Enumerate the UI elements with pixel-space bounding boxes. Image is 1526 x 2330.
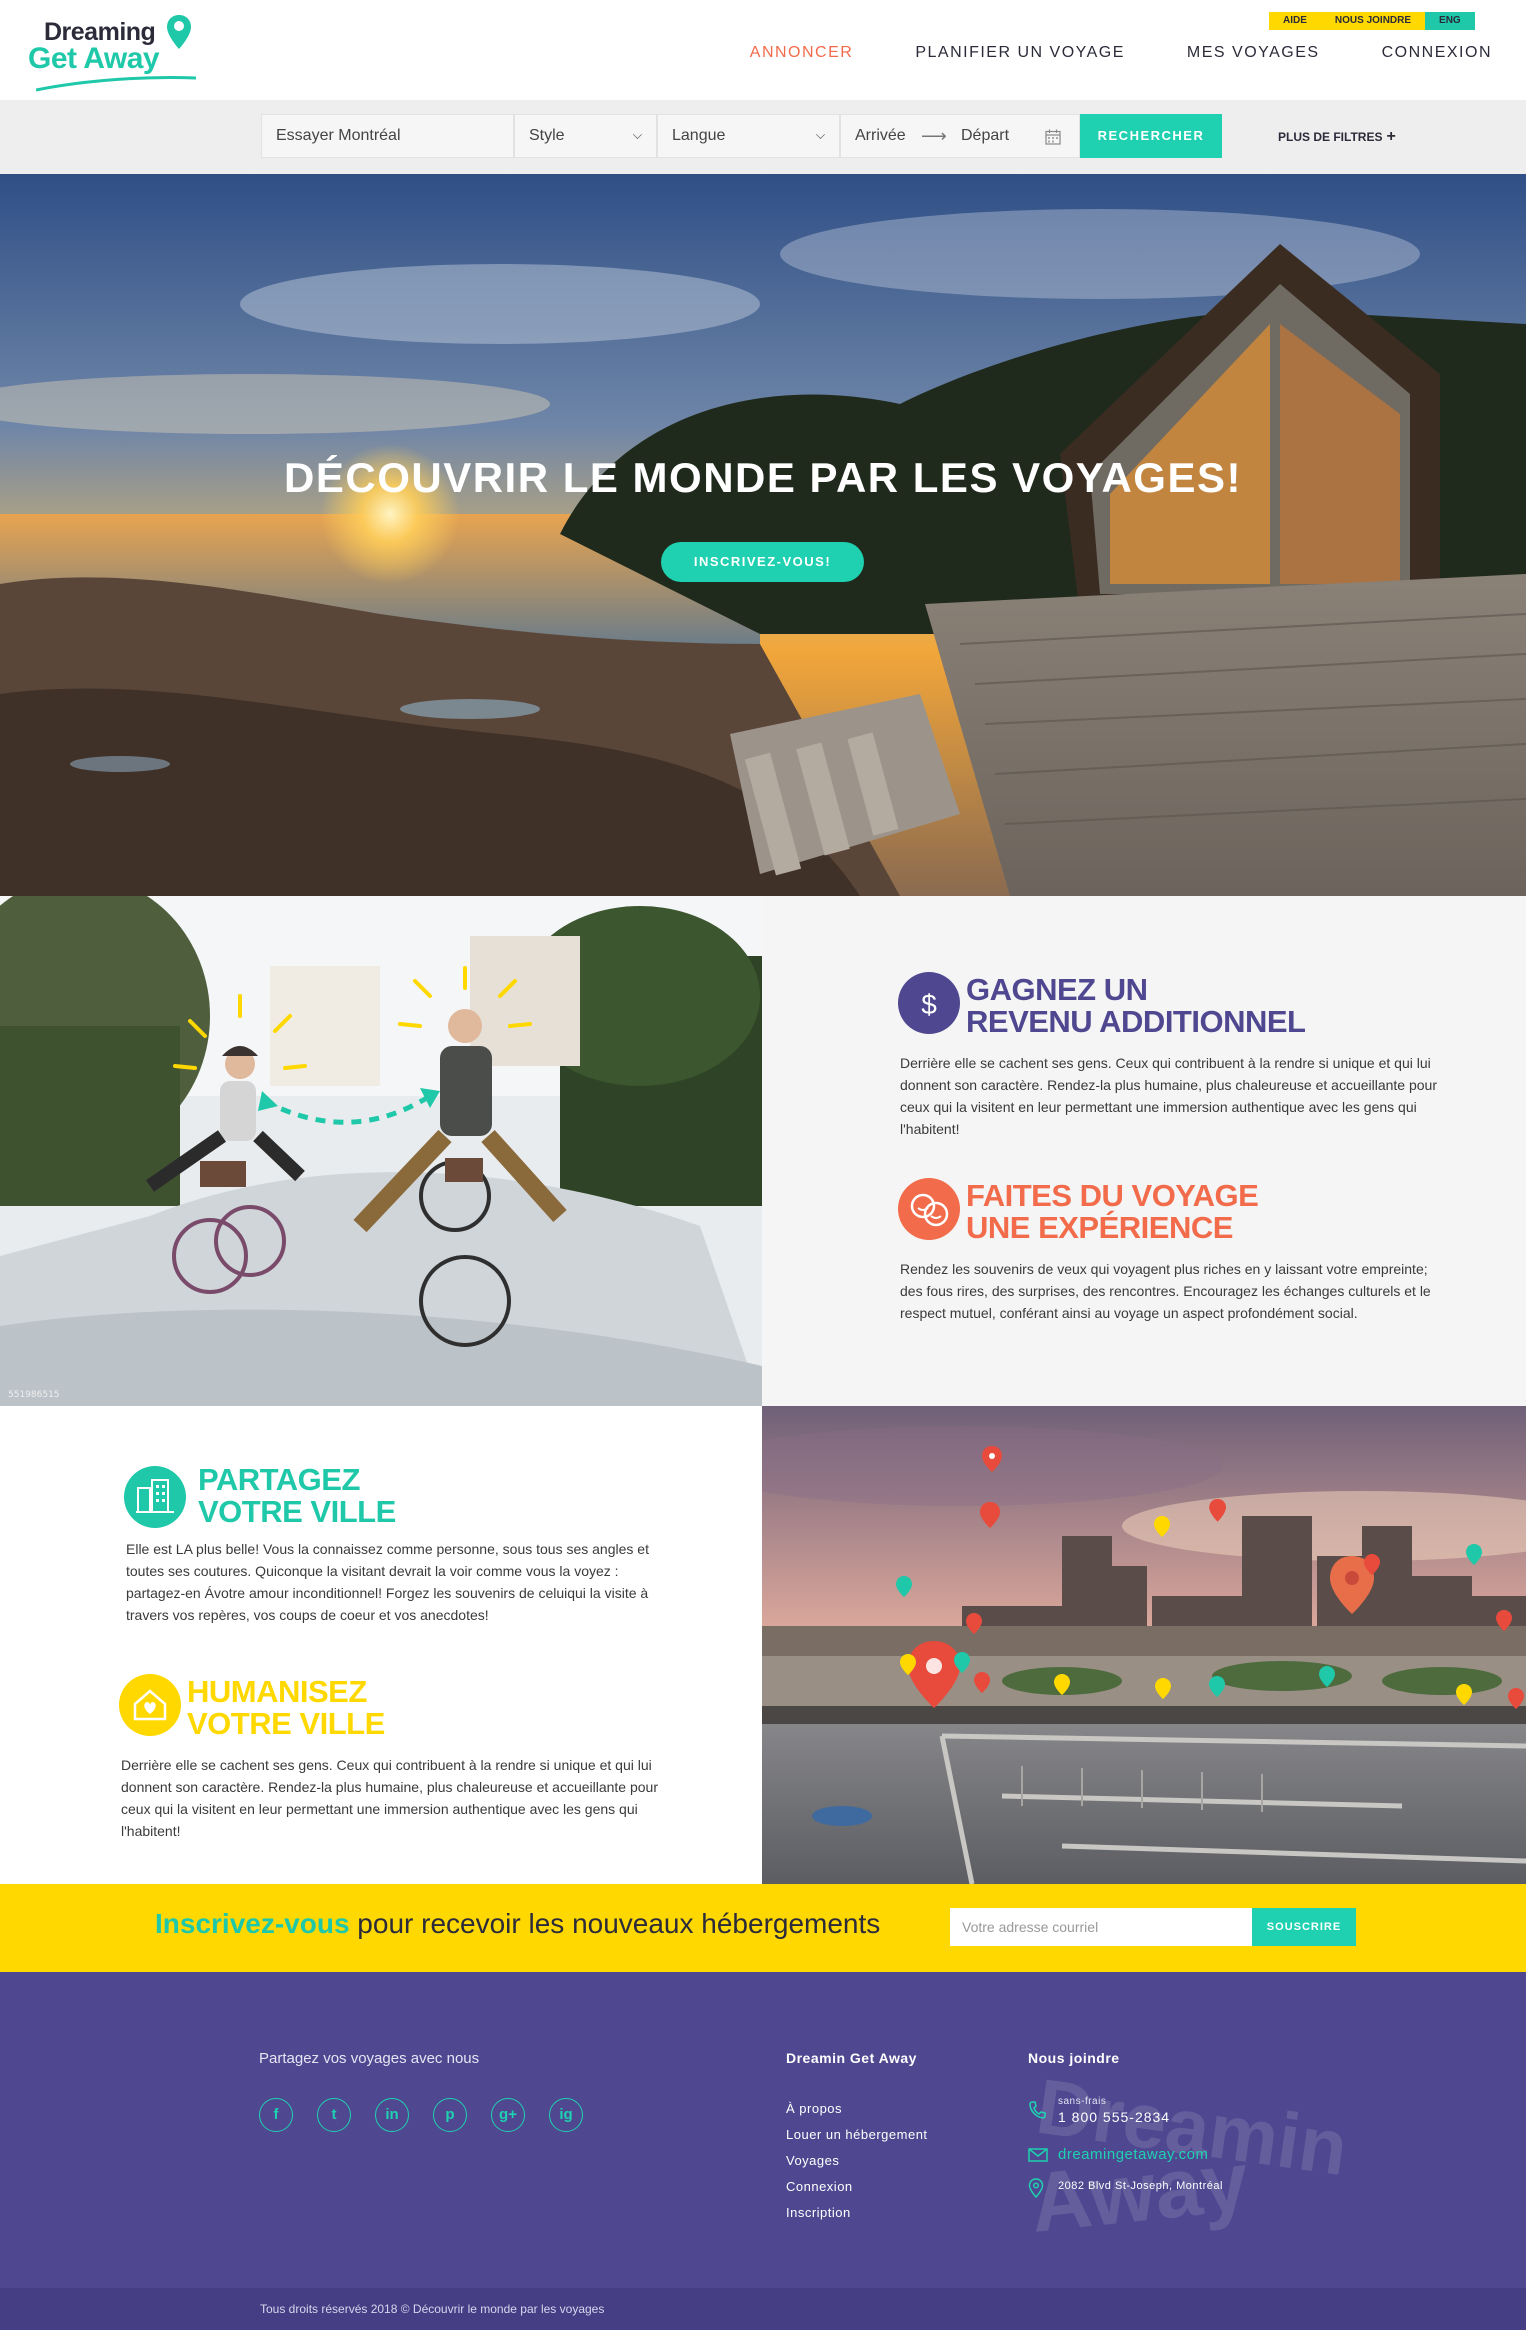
cyclists-photo: 551986515 (0, 896, 762, 1406)
phone-number: 1 800 555-2834 (1058, 2109, 1171, 2125)
search-bar: Essayer Montréal Style Langue Arrivée ⟶ … (0, 100, 1526, 174)
facebook-icon[interactable]: f (259, 2098, 293, 2132)
address-text: 2082 Blvd St-Joseph, Montréal (1058, 2180, 1223, 2192)
footer-link-inscription[interactable]: Inscription (786, 2200, 928, 2226)
pinterest-icon[interactable]: p (433, 2098, 467, 2132)
destination-input[interactable]: Essayer Montréal (261, 114, 514, 158)
top-mini-links: AIDE NOUS JOINDRE ENG (1269, 12, 1475, 30)
phone-label: sans-frais (1058, 2096, 1107, 2107)
location-pin-icon (1028, 2178, 1044, 2198)
feature-title-line1: PARTAGEZ (198, 1462, 360, 1497)
google-plus-icon[interactable]: g+ (491, 2098, 525, 2132)
feature-title-line2: UNE EXPÉRIENCE (966, 1210, 1233, 1245)
style-select-label: Style (529, 127, 565, 144)
feature-title-line2: REVENU ADDITIONNEL (966, 1004, 1306, 1039)
calendar-icon[interactable] (1045, 129, 1061, 145)
hero-banner: DÉCOUVRIR LE MONDE PAR LES VOYAGES! INSC… (0, 174, 1526, 896)
feature-title-line1: HUMANISEZ (187, 1674, 367, 1709)
email-field[interactable]: Votre adresse courriel (950, 1908, 1252, 1946)
footer-tagline: Partagez vos voyages avec nous (259, 2050, 480, 2067)
envelope-icon (1028, 2148, 1048, 2162)
search-button[interactable]: RECHERCHER (1080, 114, 1222, 158)
twitter-icon[interactable]: t (317, 2098, 351, 2132)
footer-contact: sans-frais 1 800 555-2834 dreamingetaway… (1028, 2096, 1288, 2218)
nav-planifier[interactable]: PLANIFIER UN VOYAGE (915, 44, 1125, 62)
svg-text:$: $ (921, 989, 937, 1020)
logo-text-getaway: Get Away (28, 42, 160, 75)
link-aide[interactable]: AIDE (1269, 12, 1321, 30)
phone-icon (1029, 2101, 1046, 2119)
footer-link-louer[interactable]: Louer un hébergement (786, 2122, 928, 2148)
feature-title: FAITES DU VOYAGE UNE EXPÉRIENCE (966, 1178, 1259, 1245)
cyclists-image (0, 896, 762, 1406)
logo[interactable]: Dreaming Get Away (26, 14, 206, 92)
logo-swoosh (36, 76, 196, 92)
footer-link-connexion[interactable]: Connexion (786, 2174, 928, 2200)
more-filters-label: PLUS DE FILTRES (1278, 130, 1383, 144)
feature-body: Derrière elle se cachent ses gens. Ceux … (900, 1055, 1438, 1137)
feature-body: Rendez les souvenirs de veux qui voyagen… (900, 1261, 1431, 1321)
contact-address[interactable]: 2082 Blvd St-Joseph, Montréal (1028, 2178, 1288, 2218)
copyright-text: Tous droits réservés 2018 © Découvrir le… (260, 2302, 605, 2316)
footer-col-title-contact: Nous joindre (1028, 2050, 1120, 2066)
style-select[interactable]: Style (514, 114, 657, 158)
newsletter-bar: Inscrivez-vous pour recevoir les nouveau… (0, 1884, 1526, 1972)
feature-title: HUMANISEZ VOTRE VILLE (187, 1676, 385, 1740)
plus-icon: + (1386, 128, 1396, 145)
signup-cta-button[interactable]: INSCRIVEZ-VOUS! (661, 542, 864, 582)
chevron-down-icon (816, 130, 825, 139)
linkedin-icon[interactable]: in (375, 2098, 409, 2132)
nav-connexion[interactable]: CONNEXION (1382, 44, 1492, 62)
arrival-date-field[interactable]: Arrivée (855, 127, 906, 144)
photo-id: 551986515 (8, 1390, 60, 1400)
smiley-faces-icon (898, 1178, 960, 1240)
nav-annoncer[interactable]: ANNONCER (750, 44, 854, 62)
instagram-icon[interactable]: ig (549, 2098, 583, 2132)
feature-title-line1: GAGNEZ UN (966, 972, 1148, 1007)
footer-links: À propos Louer un hébergement Voyages Co… (786, 2096, 928, 2226)
chevron-down-icon (633, 130, 642, 139)
home-heart-icon (119, 1674, 181, 1736)
social-links: f t in p g+ ig (259, 2098, 583, 2132)
date-range-picker[interactable]: Arrivée ⟶ Départ (840, 114, 1080, 158)
feature-body: Elle est LA plus belle! Vous la connaiss… (126, 1541, 649, 1623)
arrow-right-icon: ⟶ (921, 126, 947, 146)
subscribe-button[interactable]: SOUSCRIRE (1252, 1908, 1356, 1946)
feature-title: PARTAGEZ VOTRE VILLE (198, 1464, 396, 1528)
contact-email[interactable]: dreamingetaway.com (1028, 2146, 1288, 2178)
footer-link-voyages[interactable]: Voyages (786, 2148, 928, 2174)
city-buildings-icon (124, 1466, 186, 1528)
newsletter-text: Inscrivez-vous pour recevoir les nouveau… (155, 1908, 880, 1940)
copyright-bar: Tous droits réservés 2018 © Découvrir le… (0, 2288, 1526, 2330)
site-header: Dreaming Get Away AIDE NOUS JOINDRE ENG … (0, 0, 1526, 100)
newsletter-highlight[interactable]: Inscrivez-vous (155, 1908, 350, 1939)
montreal-skyline-image (762, 1406, 1526, 1884)
hero-title: DÉCOUVRIR LE MONDE PAR LES VOYAGES! (284, 454, 1242, 501)
contact-phone[interactable]: sans-frais 1 800 555-2834 (1028, 2096, 1288, 2146)
nav-mes-voyages[interactable]: MES VOYAGES (1187, 44, 1320, 62)
email-link: dreamingetaway.com (1058, 2146, 1209, 2163)
hero-background-image (0, 174, 1526, 896)
newsletter-copy: pour recevoir les nouveaux hébergements (349, 1908, 881, 1939)
features-panel-1: $ GAGNEZ UN REVENU ADDITIONNEL Derrière … (762, 896, 1526, 1406)
map-pin-icon (167, 15, 191, 49)
more-filters-button[interactable]: PLUS DE FILTRES + (1278, 128, 1396, 146)
montreal-map-photo (762, 1406, 1526, 1884)
feature-title-line1: FAITES DU VOYAGE (966, 1178, 1259, 1213)
dollar-icon: $ (898, 972, 960, 1034)
feature-title-line2: VOTRE VILLE (187, 1706, 385, 1741)
feature-title: GAGNEZ UN REVENU ADDITIONNEL (966, 972, 1306, 1039)
features-panel-2: PARTAGEZ VOTRE VILLE Elle est LA plus be… (0, 1406, 762, 1884)
feature-title-line2: VOTRE VILLE (198, 1494, 396, 1529)
language-toggle[interactable]: ENG (1425, 12, 1475, 30)
main-nav: ANNONCER PLANIFIER UN VOYAGE MES VOYAGES… (750, 44, 1492, 62)
feature-body: Derrière elle se cachent ses gens. Ceux … (121, 1757, 659, 1839)
site-footer: Dreamin Away Partagez vos voyages avec n… (0, 1972, 1526, 2288)
language-select-label: Langue (672, 127, 726, 144)
footer-col-title-company: Dreamin Get Away (786, 2050, 917, 2066)
link-nous-joindre[interactable]: NOUS JOINDRE (1320, 12, 1426, 30)
footer-link-a-propos[interactable]: À propos (786, 2096, 928, 2122)
departure-date-field[interactable]: Départ (961, 115, 1009, 157)
language-select[interactable]: Langue (657, 114, 840, 158)
